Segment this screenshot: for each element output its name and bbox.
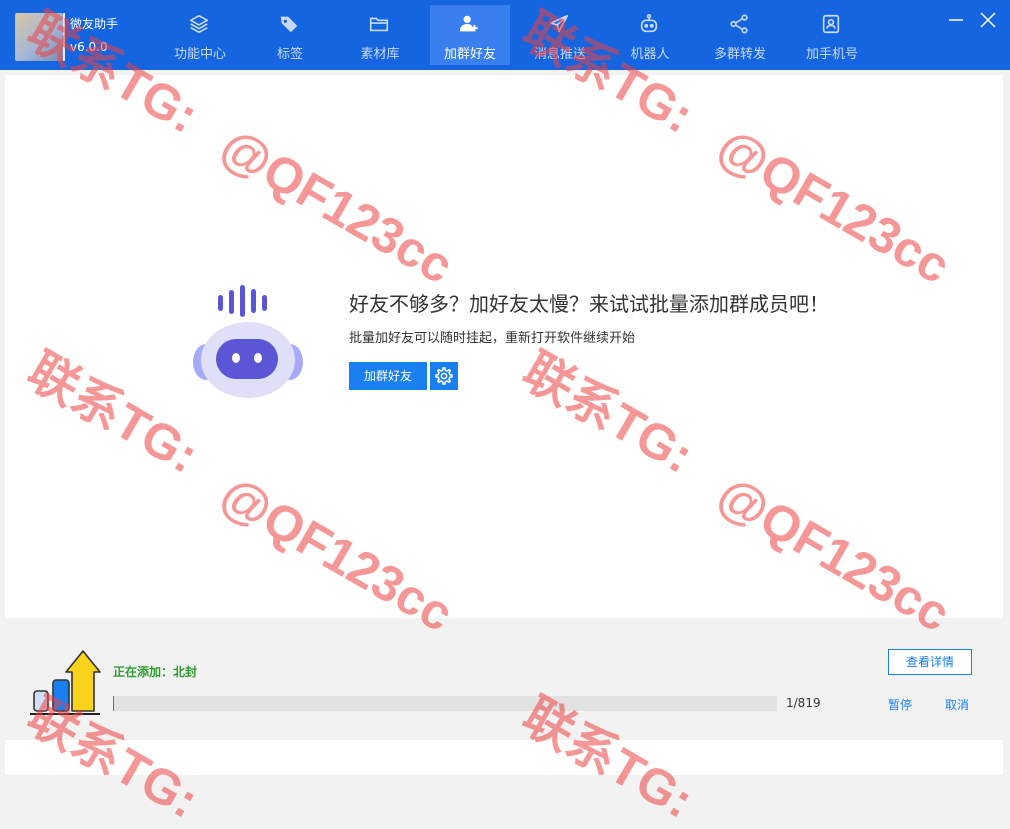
brand-divider: [63, 13, 65, 61]
tab-material-library[interactable]: 素材库: [340, 5, 420, 65]
settings-button[interactable]: [430, 362, 458, 390]
tab-label: 素材库: [360, 47, 400, 62]
tab-label: 加群好友: [443, 47, 496, 62]
tab-label: 功能中心: [173, 47, 226, 62]
robot-icon: [640, 14, 658, 33]
top-bar: 微友助手 v6.0.0 功能中心 标签 素材库 加群好友 消息推送 机器人 多群…: [0, 0, 1010, 70]
adding-status: 正在添加：北封: [113, 665, 198, 679]
layers-icon: [189, 14, 209, 34]
tab-label: 多群转发: [713, 47, 766, 62]
avatar[interactable]: [15, 13, 63, 61]
tab-tags[interactable]: 标签: [250, 5, 330, 65]
tab-label: 标签: [276, 47, 303, 62]
promo-headline: 好友不够多？加好友太慢？来试试批量添加群成员吧！: [349, 292, 829, 316]
minimize-button[interactable]: [944, 8, 968, 32]
bottom-panel: [5, 740, 1003, 775]
app-brand: 微友助手 v6.0.0: [15, 9, 125, 64]
tab-function-center[interactable]: 功能中心: [160, 5, 240, 65]
app-version: v6.0.0: [70, 40, 108, 54]
close-icon: [980, 12, 996, 28]
folder-icon: [369, 17, 389, 32]
close-button[interactable]: [976, 8, 1000, 32]
app-name: 微友助手: [70, 17, 119, 31]
paper-plane-icon: [549, 14, 569, 33]
tag-icon: [280, 16, 298, 33]
share-icon: [730, 14, 748, 34]
pause-button[interactable]: 暂停: [888, 696, 912, 713]
tab-add-phone[interactable]: 加手机号: [792, 5, 872, 65]
view-details-button[interactable]: 查看详情: [888, 649, 972, 675]
cancel-button[interactable]: 取消: [945, 696, 969, 713]
progress-count: 1/819: [786, 696, 821, 710]
promo-subline: 批量加好友可以随时挂起，重新打开软件继续开始: [349, 331, 636, 346]
add-group-friends-button[interactable]: 加群好友: [349, 362, 427, 390]
main-panel: 好友不够多？加好友太慢？来试试批量添加群成员吧！ 批量加好友可以随时挂起，重新打…: [5, 75, 1003, 618]
add-user-icon: [459, 15, 478, 32]
progress-bar: [113, 696, 777, 711]
tab-add-group-friends[interactable]: 加群好友: [430, 5, 510, 65]
tab-message-push[interactable]: 消息推送: [520, 5, 600, 65]
upload-chart-icon: [30, 650, 101, 715]
contact-book-icon: [822, 14, 840, 34]
tab-robot[interactable]: 机器人: [610, 5, 690, 65]
tab-label: 消息推送: [533, 47, 586, 62]
tab-label: 加手机号: [805, 47, 858, 62]
minimize-icon: [949, 19, 963, 21]
gear-icon: [435, 367, 453, 385]
robot-icon: [193, 285, 303, 398]
tab-multi-group-forward[interactable]: 多群转发: [700, 5, 780, 65]
tab-label: 机器人: [630, 47, 670, 62]
progress-fill: [113, 696, 114, 711]
